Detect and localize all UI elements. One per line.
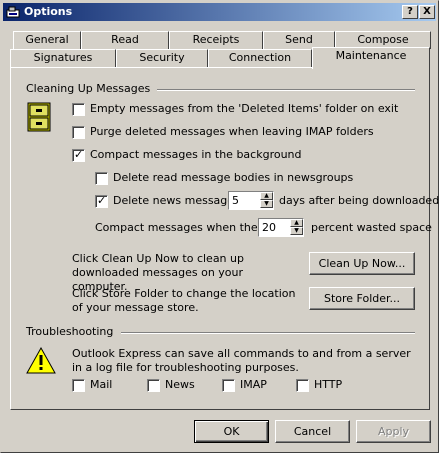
tab-general[interactable]: General <box>13 31 81 49</box>
purge-imap-checkbox[interactable] <box>72 126 85 139</box>
cancel-button[interactable]: Cancel <box>275 420 350 443</box>
tab-connection[interactable]: Connection <box>208 49 312 67</box>
log-mail-label: Mail <box>90 378 113 391</box>
delete-read-bodies-label: Delete read message bodies in newsgroups <box>113 171 354 184</box>
empty-deleted-checkbox[interactable] <box>72 103 85 116</box>
troubleshooting-separator <box>121 332 415 334</box>
percent-down-arrow-icon[interactable]: ▼ <box>290 227 303 235</box>
log-news-label: News <box>165 378 195 391</box>
warning-icon <box>26 347 56 374</box>
troubleshooting-group-label: Troubleshooting <box>26 325 114 338</box>
log-imap-label: IMAP <box>240 378 267 391</box>
days-up-arrow-icon[interactable]: ▲ <box>260 192 273 200</box>
percent-up-arrow-icon[interactable]: ▲ <box>290 219 303 227</box>
apply-button[interactable]: Apply <box>356 420 431 443</box>
cleanup-group-label: Cleaning Up Messages <box>26 82 151 95</box>
options-app-icon <box>6 6 20 18</box>
percent-spinner[interactable]: 20 ▲ ▼ <box>258 218 304 237</box>
percent-value: 20 <box>262 221 276 234</box>
tab-security[interactable]: Security <box>116 49 208 67</box>
help-button[interactable]: ? <box>402 5 418 19</box>
days-down-arrow-icon[interactable]: ▼ <box>260 200 273 208</box>
check-mark-icon: ✓ <box>74 148 84 161</box>
log-mail-checkbox[interactable] <box>72 379 85 392</box>
troubleshooting-description: Outlook Express can save all commands to… <box>72 347 411 374</box>
log-http-checkbox[interactable] <box>296 379 309 392</box>
store-folder-button[interactable]: Store Folder... <box>309 287 415 310</box>
days-spinner[interactable]: 5 ▲ ▼ <box>228 191 274 210</box>
delete-read-bodies-checkbox[interactable] <box>95 172 108 185</box>
cleanup-separator <box>157 89 415 91</box>
close-button[interactable]: X <box>419 5 435 19</box>
compact-background-checkbox[interactable]: ✓ <box>72 148 85 162</box>
window-title: Options <box>24 5 73 18</box>
title-bar[interactable]: Options ? X <box>3 3 436 21</box>
store-description: Click Store Folder to change the locatio… <box>72 287 296 314</box>
check-mark-icon: ✓ <box>97 194 107 207</box>
compact-when-label: Compact messages when there is <box>95 221 281 234</box>
percent-suffix-label: percent wasted space <box>311 221 432 234</box>
days-value: 5 <box>232 194 239 207</box>
filing-cabinet-icon <box>27 102 51 132</box>
days-suffix-label: days after being downloaded <box>279 194 439 207</box>
delete-news-label: Delete news messages <box>113 194 240 207</box>
empty-deleted-label: Empty messages from the 'Deleted Items' … <box>90 102 399 115</box>
tab-signatures[interactable]: Signatures <box>10 49 116 67</box>
clean-up-now-button[interactable]: Clean Up Now... <box>309 252 415 275</box>
log-http-label: HTTP <box>314 378 343 391</box>
purge-imap-label: Purge deleted messages when leaving IMAP… <box>90 125 374 138</box>
log-news-checkbox[interactable] <box>147 379 160 392</box>
options-window: Options ? X General Read Receipts Send C… <box>0 0 439 453</box>
tab-receipts[interactable]: Receipts <box>169 31 263 49</box>
maintenance-panel: Cleaning Up Messages Empty messages from… <box>10 67 439 410</box>
tab-read[interactable]: Read <box>81 31 169 49</box>
ok-button[interactable]: OK <box>194 420 269 443</box>
log-imap-checkbox[interactable] <box>222 379 235 392</box>
compact-background-label: Compact messages in the background <box>90 148 302 161</box>
tab-maintenance[interactable]: Maintenance <box>312 47 430 69</box>
delete-news-checkbox[interactable]: ✓ <box>95 194 108 208</box>
